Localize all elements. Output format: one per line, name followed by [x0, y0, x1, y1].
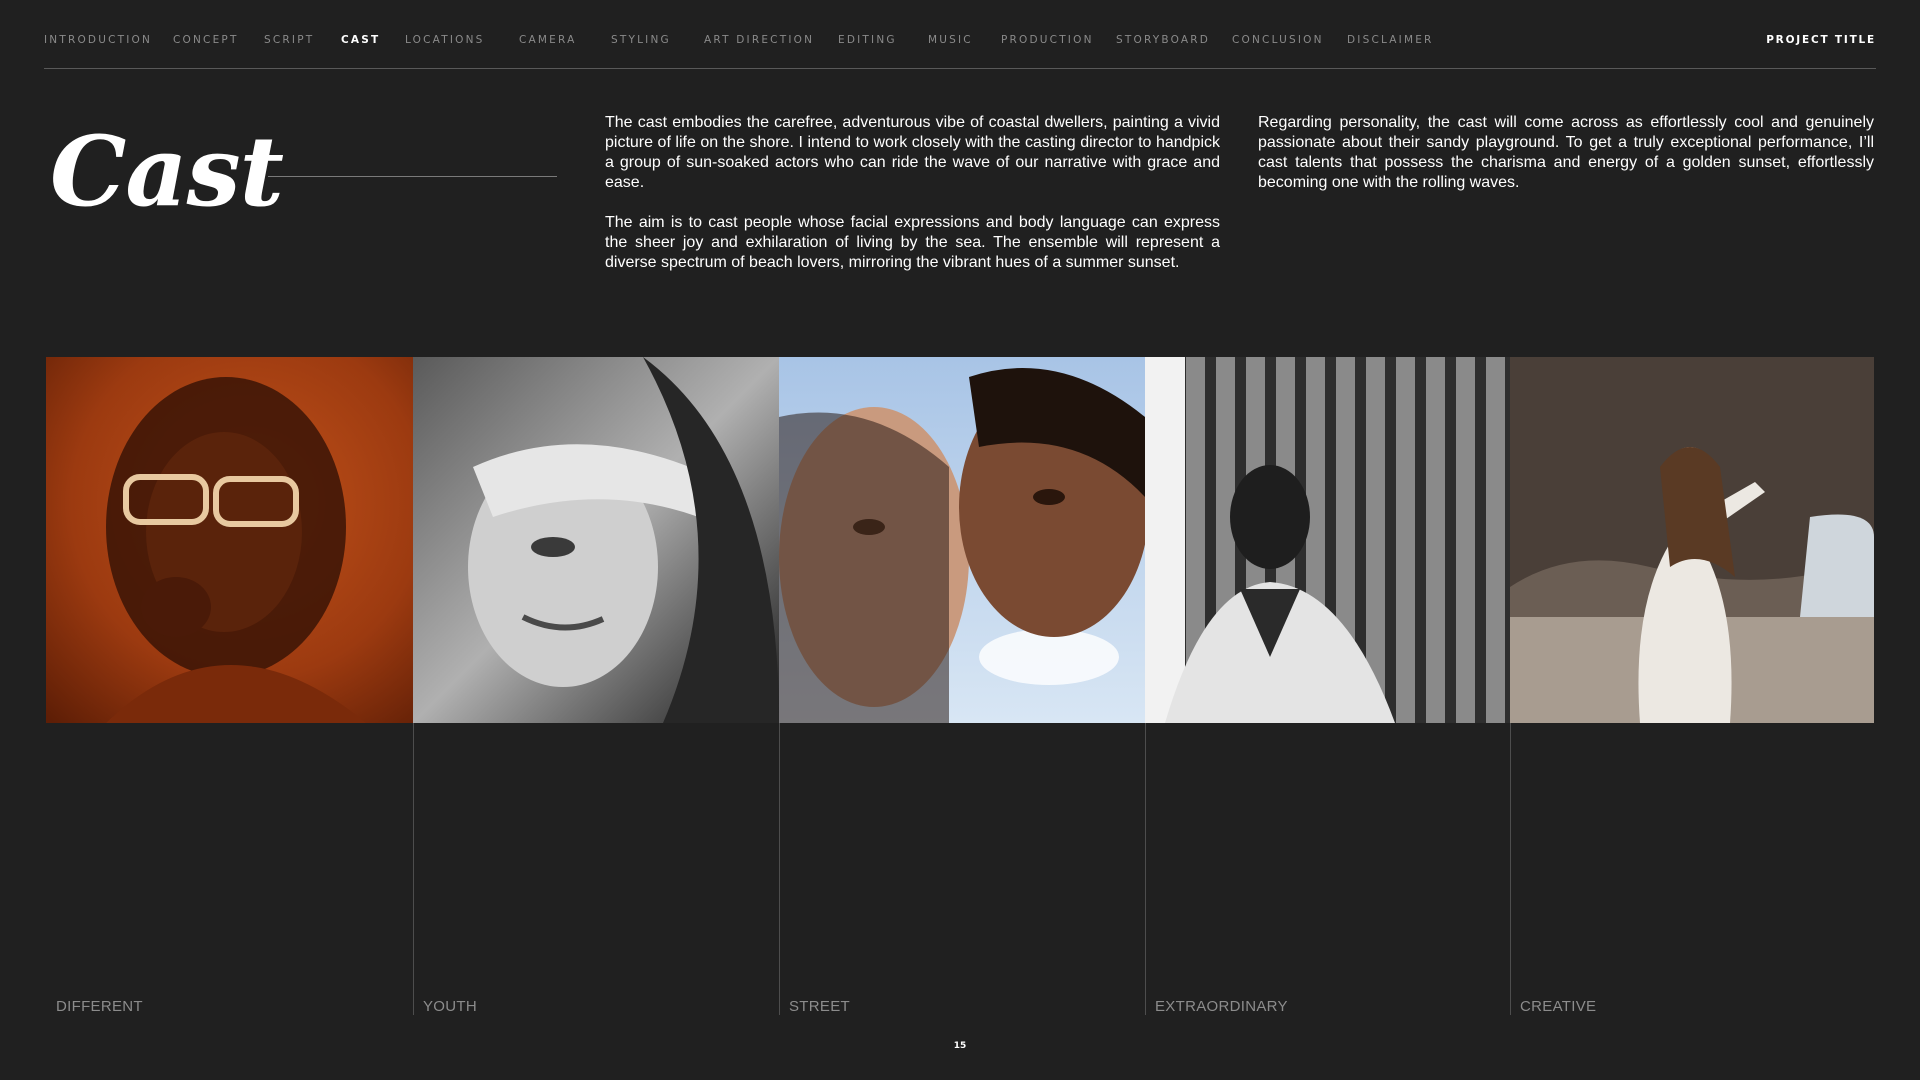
nav-production[interactable]: PRODUCTION: [1001, 34, 1094, 46]
cast-card-extraordinary[interactable]: EXTRAORDINARY: [1145, 357, 1510, 1015]
cast-label: CREATIVE: [1520, 998, 1597, 1015]
heading-rule: [268, 176, 557, 177]
cast-card-street[interactable]: STREET: [779, 357, 1145, 1015]
cast-photo-street: [779, 357, 1145, 723]
nav-camera[interactable]: CAMERA: [519, 34, 576, 46]
page-number: 15: [953, 1041, 967, 1051]
nav-introduction[interactable]: INTRODUCTION: [44, 34, 152, 46]
nav-styling[interactable]: STYLING: [611, 34, 671, 46]
copy-paragraph: Regarding personality, the cast will com…: [1258, 114, 1874, 191]
cast-photo-extraordinary: [1145, 357, 1510, 723]
nav-conclusion[interactable]: CONCLUSION: [1232, 34, 1324, 46]
copy-paragraph: The cast embodies the carefree, adventur…: [605, 114, 1220, 191]
cast-label: STREET: [789, 998, 850, 1015]
cast-label: DIFFERENT: [56, 998, 143, 1015]
nav-locations[interactable]: LOCATIONS: [405, 34, 485, 46]
copy-column-1: The cast embodies the carefree, adventur…: [605, 113, 1220, 293]
cast-gallery: DIFFERENT YOUTH STREET EXTRAORDINARY CRE…: [46, 357, 1874, 1015]
cast-photo-different: [46, 357, 413, 723]
cast-card-creative[interactable]: CREATIVE: [1510, 357, 1874, 1015]
copy-paragraph: The aim is to cast people whose facial e…: [605, 214, 1220, 271]
cast-label: YOUTH: [423, 998, 477, 1015]
project-title: PROJECT TITLE: [1766, 34, 1876, 46]
nav-cast[interactable]: CAST: [341, 34, 380, 46]
cast-card-different[interactable]: DIFFERENT: [46, 357, 413, 1015]
cast-card-youth[interactable]: YOUTH: [413, 357, 779, 1015]
nav-storyboard[interactable]: STORYBOARD: [1116, 34, 1210, 46]
cast-label: EXTRAORDINARY: [1155, 998, 1288, 1015]
nav-concept[interactable]: CONCEPT: [173, 34, 239, 46]
copy-column-2: Regarding personality, the cast will com…: [1258, 113, 1874, 213]
top-navigation: INTRODUCTION CONCEPT SCRIPT CAST LOCATIO…: [44, 30, 1876, 69]
nav-editing[interactable]: EDITING: [838, 34, 897, 46]
nav-art-direction[interactable]: ART DIRECTION: [704, 34, 814, 46]
cast-photo-creative: [1510, 357, 1874, 723]
cast-photo-youth: [413, 357, 779, 723]
nav-disclaimer[interactable]: DISCLAIMER: [1347, 34, 1434, 46]
nav-music[interactable]: MUSIC: [928, 34, 973, 46]
presentation-slide: INTRODUCTION CONCEPT SCRIPT CAST LOCATIO…: [0, 0, 1920, 1080]
nav-script[interactable]: SCRIPT: [264, 34, 314, 46]
page-title: Cast: [50, 115, 284, 228]
